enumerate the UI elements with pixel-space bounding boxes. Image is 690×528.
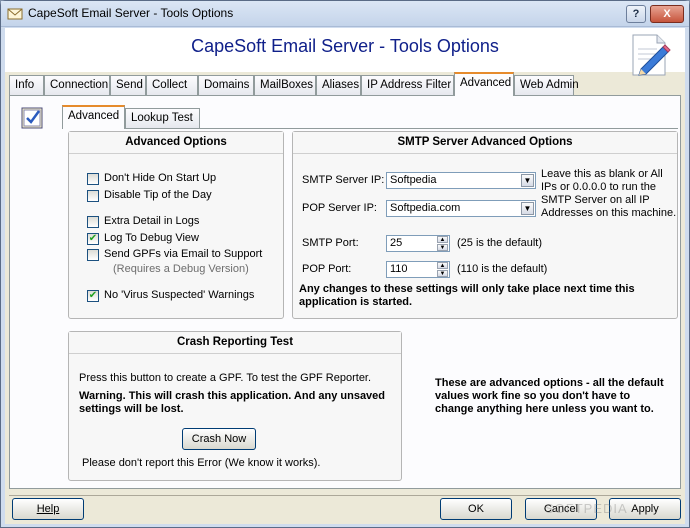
no-virus-warnings-box[interactable]: ✔ (87, 290, 99, 302)
title-close-button[interactable]: X (650, 5, 684, 23)
chevron-down-icon[interactable]: ▼ (521, 202, 534, 215)
subtab-advanced[interactable]: Advanced (62, 105, 125, 129)
spin-up-icon[interactable]: ▲ (437, 236, 448, 243)
tab-web-admin[interactable]: Web Admin (514, 75, 579, 95)
crash-intro-text: Press this button to create a GPF. To te… (79, 372, 372, 384)
dialog-button-bar: Help OK Cancel Apply SOFTPEDIA (5, 495, 685, 524)
tab-aliases[interactable]: Aliases (316, 75, 361, 95)
extra-detail-label[interactable]: Extra Detail in Logs (104, 215, 199, 227)
advanced-options-group: Advanced Options Don't Hide On Start Up … (68, 131, 284, 319)
tools-options-window: CapeSoft Email Server - Tools Options ? … (0, 0, 690, 528)
spin-up-icon[interactable]: ▲ (437, 262, 448, 269)
document-pencil-icon (632, 34, 671, 76)
smtp-port-spinner[interactable]: 25 ▲ ▼ (386, 235, 450, 252)
smtp-server-ip-combo[interactable]: Softpedia ▼ (386, 172, 536, 189)
title-help-button[interactable]: ? (626, 5, 646, 23)
pop-server-ip-combo[interactable]: Softpedia.com ▼ (386, 200, 536, 217)
tab-ip-address-filter[interactable]: IP Address Filter (361, 75, 454, 95)
help-button[interactable]: Help (12, 498, 84, 520)
softpedia-watermark: SOFTPEDIA (545, 501, 628, 516)
restart-note: Any changes to these settings will only … (299, 283, 635, 308)
chevron-down-icon[interactable]: ▼ (521, 174, 534, 187)
smtp-port-note: (25 is the default) (457, 237, 542, 249)
pop-port-note: (110 is the default) (457, 263, 548, 275)
spin-down-icon[interactable]: ▼ (437, 270, 448, 277)
banner-title: CapeSoft Email Server - Tools Options (191, 36, 499, 56)
smtp-port-value[interactable]: 25 (390, 237, 402, 249)
envelope-icon (7, 8, 23, 20)
tab-collect[interactable]: Collect (146, 75, 198, 95)
send-gpfs-label[interactable]: Send GPFs via Email to Support (104, 248, 262, 260)
crash-test-heading: Crash Reporting Test (69, 332, 401, 354)
subtab-lookup-test[interactable]: Lookup Test (125, 108, 200, 128)
dont-hide-on-startup-box[interactable] (87, 173, 99, 185)
log-to-debug-box[interactable]: ✔ (87, 233, 99, 245)
smtp-server-ip-value[interactable]: Softpedia (390, 174, 436, 186)
smtp-server-ip-label: SMTP Server IP: (302, 174, 385, 186)
smtp-port-label: SMTP Port: (302, 237, 359, 249)
disable-tip-box[interactable] (87, 190, 99, 202)
dont-hide-on-startup-label[interactable]: Don't Hide On Start Up (104, 172, 216, 184)
crash-test-group: Crash Reporting Test Press this button t… (68, 331, 402, 481)
advanced-tab-panel: Advanced Lookup Test Advanced Options Do… (9, 95, 681, 489)
send-gpfs-box[interactable] (87, 249, 99, 261)
tab-info[interactable]: Info (9, 75, 44, 95)
banner: CapeSoft Email Server - Tools Options (5, 28, 685, 76)
crash-footnote: Please don't report this Error (We know … (82, 457, 321, 469)
extra-detail-box[interactable] (87, 216, 99, 228)
smtp-options-heading: SMTP Server Advanced Options (293, 132, 677, 154)
ok-button[interactable]: OK (440, 498, 512, 520)
log-to-debug-label[interactable]: Log To Debug View (104, 232, 199, 244)
advanced-options-heading: Advanced Options (69, 132, 283, 154)
smtp-options-group: SMTP Server Advanced Options SMTP Server… (292, 131, 678, 319)
pop-port-value[interactable]: 110 (390, 263, 408, 275)
pop-port-spin-buttons[interactable]: ▲ ▼ (437, 262, 448, 277)
no-virus-warnings-label[interactable]: No 'Virus Suspected' Warnings (104, 289, 254, 301)
tab-send[interactable]: Send (110, 75, 146, 95)
spin-down-icon[interactable]: ▼ (437, 244, 448, 251)
advanced-subtab-panel: Advanced Options Don't Hide On Start Up … (62, 128, 678, 484)
checklist-icon (21, 107, 43, 129)
tab-advanced[interactable]: Advanced (454, 72, 514, 96)
tab-domains[interactable]: Domains (198, 75, 254, 95)
title-bar[interactable]: CapeSoft Email Server - Tools Options ? … (1, 1, 689, 27)
tab-connection[interactable]: Connection (44, 75, 110, 95)
pop-server-ip-value[interactable]: Softpedia.com (390, 202, 460, 214)
advanced-info-text: These are advanced options - all the def… (435, 377, 664, 415)
smtp-port-spin-buttons[interactable]: ▲ ▼ (437, 236, 448, 251)
dialog-client-area: CapeSoft Email Server - Tools Options In… (5, 28, 685, 524)
pop-port-label: POP Port: (302, 263, 352, 275)
button-bar-separator (9, 495, 681, 496)
tab-mailboxes[interactable]: MailBoxes (254, 75, 316, 95)
crash-warning-text: Warning. This will crash this applicatio… (79, 390, 386, 415)
crash-now-button[interactable]: Crash Now (182, 428, 256, 450)
debug-version-note: (Requires a Debug Version) (113, 263, 249, 275)
pop-port-spinner[interactable]: 110 ▲ ▼ (386, 261, 450, 278)
ip-address-note: Leave this as blank or All IPs or 0.0.0.… (541, 168, 677, 219)
pop-server-ip-label: POP Server IP: (302, 202, 377, 214)
disable-tip-label[interactable]: Disable Tip of the Day (104, 189, 212, 201)
window-title: CapeSoft Email Server - Tools Options (28, 6, 234, 20)
